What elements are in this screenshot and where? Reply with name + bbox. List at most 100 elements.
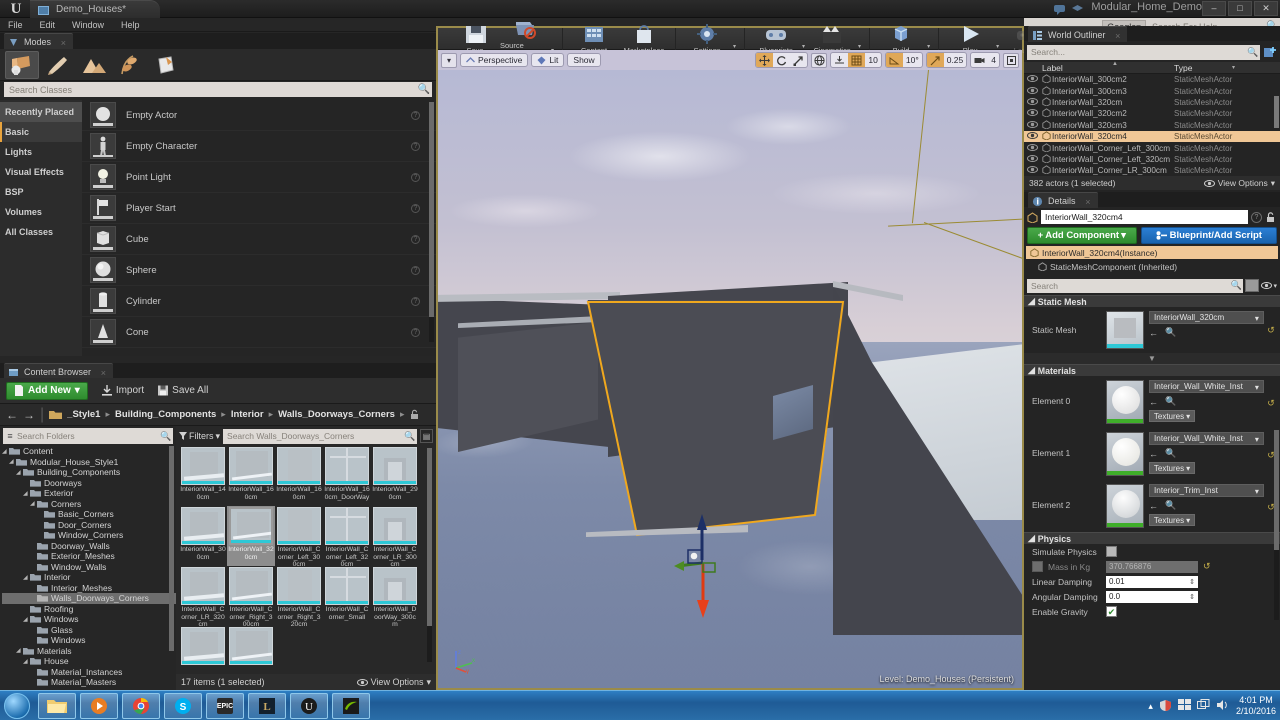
folder-tree-item[interactable]: Window_Corners — [2, 530, 176, 541]
expand-arrow-icon[interactable]: ◢ — [2, 448, 9, 455]
browse-to-asset-icon[interactable]: ← — [1149, 501, 1158, 511]
list-item[interactable]: Cube ? — [82, 224, 436, 255]
skype-icon[interactable]: S — [164, 693, 202, 719]
breadcrumb-item-building-components[interactable]: Building_Components — [115, 409, 216, 420]
browse-to-asset-icon[interactable]: ← — [1149, 328, 1158, 338]
help-icon[interactable]: ? — [411, 173, 420, 182]
visibility-eye-icon[interactable] — [1024, 75, 1040, 84]
grid-snap-value[interactable]: 10 — [865, 53, 880, 67]
spinner-icon[interactable]: ⇕ — [1189, 578, 1195, 586]
expand-arrow-icon[interactable]: ◢ — [16, 647, 23, 654]
tutorials-icon[interactable] — [1071, 3, 1084, 15]
outliner-row[interactable]: InteriorWall_Corner_Left_300cm StaticMesh… — [1024, 142, 1280, 153]
component-row-instance[interactable]: InteriorWall_320cm4(Instance) — [1026, 246, 1278, 259]
asset-tile[interactable]: InteriorWall_Corner_Left_320cm — [323, 506, 371, 568]
expand-arrow-icon[interactable]: ◢ — [16, 469, 23, 476]
close-icon[interactable]: × — [1085, 194, 1090, 210]
folder-tree-item[interactable]: ◢ Windows — [2, 614, 176, 625]
asset-tile[interactable]: InteriorWall_Corner_Right_320cm — [275, 566, 323, 628]
scale-snap-toggle[interactable] — [926, 53, 944, 67]
breadcrumb-item-style1[interactable]: _Style1 — [67, 409, 100, 420]
media-player-icon[interactable] — [80, 693, 118, 719]
actor-name-field[interactable]: InteriorWall_320cm4 — [1041, 210, 1248, 224]
folder-tree-item[interactable]: Window_Walls — [2, 562, 176, 573]
folder-tree-item[interactable]: Glass — [2, 625, 176, 636]
close-button[interactable]: ✕ — [1254, 1, 1278, 16]
feedback-icon[interactable] — [1053, 3, 1066, 15]
visibility-eye-icon[interactable] — [1024, 143, 1040, 153]
expand-arrow-icon[interactable]: ◢ — [30, 500, 37, 507]
outliner-row[interactable]: InteriorWall_Corner_Left_320cm StaticMesh… — [1024, 154, 1280, 165]
chevron-down-icon[interactable]: ▾ — [802, 43, 805, 50]
outliner-row[interactable]: InteriorWall_320cm2 StaticMeshActor — [1024, 108, 1280, 119]
breadcrumb-item-walls-doorways-corners[interactable]: Walls_Doorways_Corners — [278, 409, 395, 420]
column-header-type[interactable]: Type ▾ — [1174, 63, 1280, 73]
placement-category-visual-effects[interactable]: Visual Effects — [0, 162, 82, 182]
use-selected-asset-icon[interactable]: 🔍 — [1165, 327, 1176, 338]
menu-item-help[interactable]: Help — [113, 20, 149, 30]
minimize-button[interactable]: – — [1202, 1, 1226, 16]
world-outliner-search-input[interactable]: Search... — [1027, 47, 1246, 57]
linear-damping-field[interactable]: 0.01 ⇕ — [1106, 575, 1198, 588]
maximize-button[interactable]: □ — [1228, 1, 1252, 16]
outliner-row[interactable]: InteriorWall_320cm3 StaticMeshActor — [1024, 120, 1280, 131]
folder-tree-item[interactable]: ◢ Building_Components — [2, 467, 176, 478]
use-selected-asset-icon[interactable]: 🔍 — [1165, 500, 1176, 511]
tab-details[interactable]: Details × — [1028, 192, 1098, 208]
taskbar-clock[interactable]: 4:01 PM 2/10/2016 — [1236, 695, 1276, 717]
element-2-thumbnail[interactable] — [1106, 484, 1144, 528]
placement-category-all-classes[interactable]: All Classes — [0, 222, 82, 242]
list-item[interactable]: Sphere ? — [82, 255, 436, 286]
help-icon[interactable]: ? — [411, 235, 420, 244]
epic-games-icon[interactable]: EPIC — [206, 693, 244, 719]
element-1-textures-button[interactable]: Textures ▾ — [1149, 462, 1195, 474]
lock-icon[interactable] — [409, 409, 420, 420]
security-icon[interactable] — [1159, 699, 1172, 714]
chevron-down-icon[interactable]: ▾ — [858, 43, 861, 50]
camera-speed-value[interactable]: 4 — [988, 53, 999, 67]
filters-button[interactable]: Filters ▾ — [179, 431, 220, 442]
project-tab[interactable]: Demo_Houses* — [30, 0, 160, 18]
translate-gizmo[interactable] — [674, 508, 734, 618]
tab-content-browser[interactable]: Content Browser × — [4, 363, 114, 379]
outliner-row[interactable]: InteriorWall_300cm2 StaticMeshActor — [1024, 74, 1280, 85]
add-new-button[interactable]: Add New ▾ — [6, 381, 88, 400]
scale-gizmo-button[interactable] — [790, 53, 807, 67]
viewport-view-mode-button[interactable]: Lit — [531, 53, 565, 67]
import-button[interactable]: Import — [101, 385, 144, 396]
rotation-snap-toggle[interactable] — [885, 53, 903, 67]
help-icon[interactable]: ? — [411, 328, 420, 337]
browse-to-asset-icon[interactable]: ← — [1149, 449, 1158, 459]
section-materials[interactable]: ◢ Materials — [1024, 364, 1280, 376]
grid-snap-toggle[interactable] — [848, 53, 866, 67]
folder-tree-item[interactable]: ◢ Materials — [2, 646, 176, 657]
asset-grid-scrollbar[interactable] — [427, 448, 432, 662]
folder-tree-item[interactable]: Roofing — [2, 604, 176, 615]
asset-tile[interactable] — [179, 626, 227, 666]
rotate-gizmo-button[interactable] — [773, 53, 790, 67]
component-row-staticmesh[interactable]: StaticMeshComponent (Inherited) — [1026, 260, 1278, 273]
asset-search-field[interactable]: Search Walls_Doorways_Corners 🔍 — [223, 428, 417, 444]
chevron-down-icon[interactable]: ▾ — [996, 43, 999, 50]
asset-tile[interactable] — [227, 626, 275, 666]
folder-tree-item[interactable]: ◢ Modular_House_Style1 — [2, 457, 176, 468]
chrome-icon[interactable] — [122, 693, 160, 719]
visibility-eye-icon[interactable] — [1024, 86, 1040, 96]
static-mesh-expander[interactable]: ▼ — [1024, 353, 1280, 364]
element-1-combo[interactable]: Interior_Wall_White_Inst ▾ — [1149, 432, 1264, 445]
breadcrumb-item-interior[interactable]: Interior — [231, 409, 264, 420]
list-item[interactable]: Point Light ? — [82, 162, 436, 193]
tab-modes[interactable]: Modes × — [4, 33, 74, 49]
folder-search-field[interactable]: ≡ Search Folders 🔍 — [3, 428, 173, 444]
asset-tile[interactable]: InteriorWall_Corner_Left_300cm — [275, 506, 323, 568]
viewport-show-menu-button[interactable]: Show — [567, 53, 601, 67]
placement-category-basic[interactable]: Basic — [0, 122, 82, 142]
expand-arrow-icon[interactable]: ◢ — [9, 458, 16, 465]
reset-to-default-icon[interactable]: ↺ — [1264, 311, 1278, 336]
asset-tile[interactable]: InteriorWall_320cm — [227, 506, 275, 566]
foliage-mode-button[interactable] — [113, 51, 147, 79]
paint-mode-button[interactable] — [41, 51, 75, 79]
reset-to-default-icon[interactable]: ↺ — [1203, 561, 1211, 572]
element-2-textures-button[interactable]: Textures ▾ — [1149, 514, 1195, 526]
help-icon[interactable]: ? — [411, 297, 420, 306]
